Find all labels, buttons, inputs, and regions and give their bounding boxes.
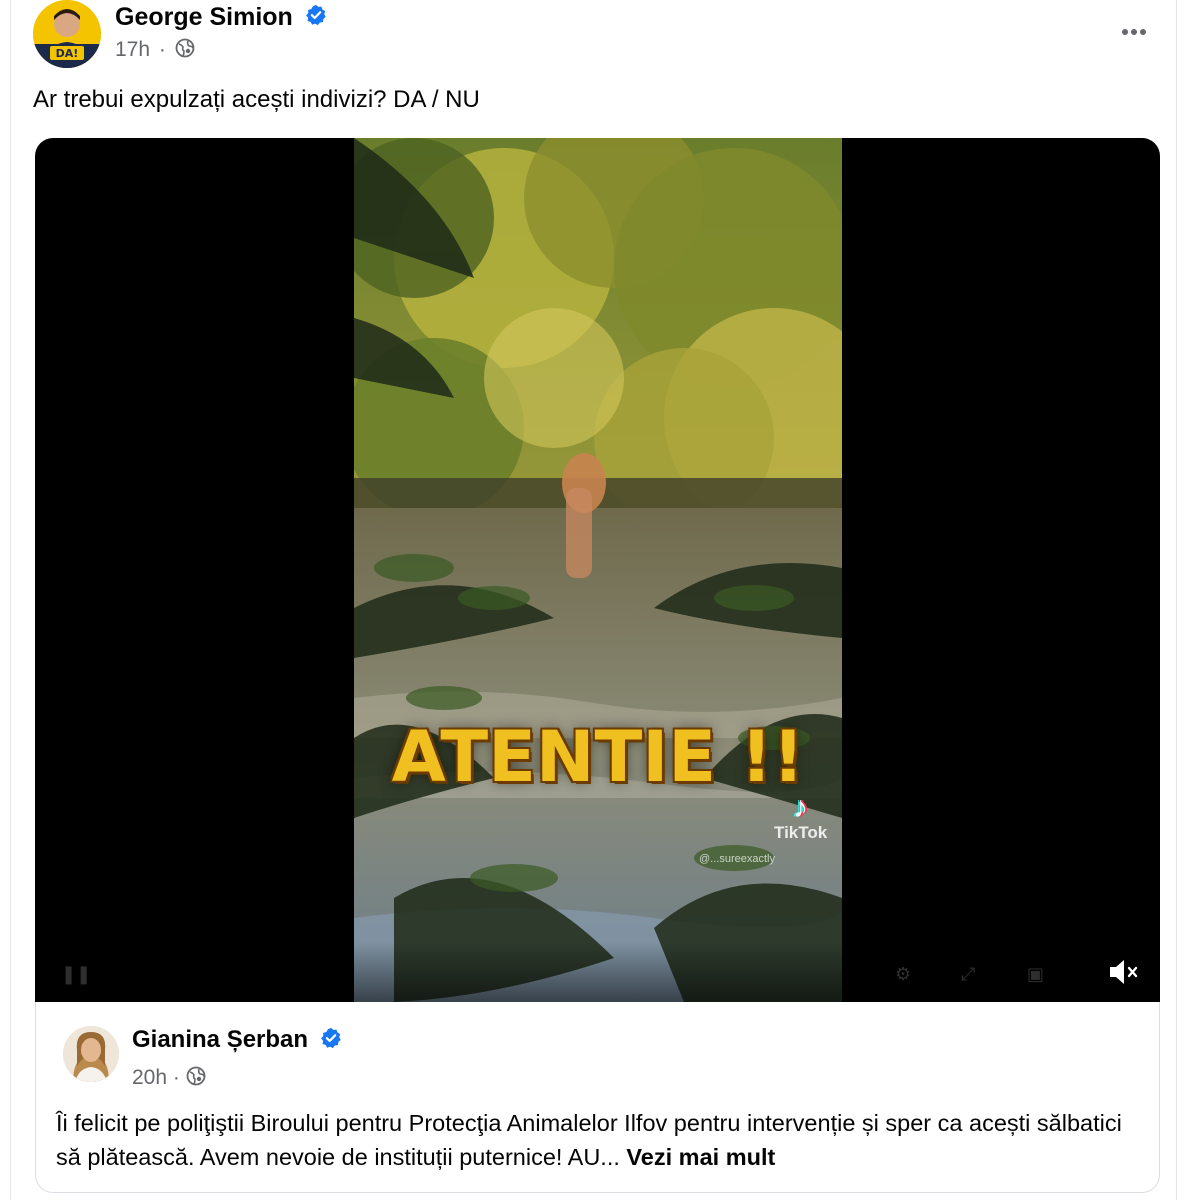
shared-author-avatar[interactable] (63, 1026, 119, 1082)
fullscreen-icon[interactable]: ⤢ (961, 964, 975, 985)
video-player[interactable]: ATENTIE !! ♪ TikTok @...sureexactly ❚❚ ⚙… (35, 138, 1160, 1002)
video-overlay-caption: ATENTIE !! (391, 716, 805, 798)
verified-badge-icon (305, 5, 326, 26)
shared-post-card[interactable]: Gianina Șerban 20h · Îi felicit pe poliţ… (35, 1002, 1160, 1193)
shared-post-timestamp[interactable]: 20h (132, 1066, 167, 1089)
meta-separator: · (158, 38, 166, 61)
post-timestamp[interactable]: 17h (115, 38, 150, 61)
shared-author-name-label[interactable]: Gianina Șerban (132, 1026, 308, 1053)
verified-badge-icon (320, 1027, 341, 1048)
shared-author-name[interactable]: Gianina Șerban (132, 1026, 342, 1054)
video-frame[interactable]: ATENTIE !! ♪ TikTok @...sureexactly (354, 138, 842, 1002)
pip-icon[interactable]: ▣ (1027, 964, 1044, 985)
settings-icon[interactable]: ⚙ (895, 964, 911, 985)
see-more-link[interactable]: Vezi mai mult (626, 1144, 775, 1170)
tiktok-watermark: ♪ TikTok (774, 793, 827, 843)
author-name-label[interactable]: George Simion (115, 3, 293, 31)
video-scene-image (354, 138, 842, 1002)
shared-post-body: Îi felicit pe poliţiştii Biroului pentru… (56, 1110, 1122, 1170)
more-dots-icon (1122, 29, 1146, 35)
svg-text:DA!: DA! (56, 47, 79, 60)
globe-icon (175, 39, 195, 58)
video-controls: ❚❚ ⚙ ⤢ ▣ (35, 942, 1160, 1002)
speaker-muted-icon (1110, 960, 1138, 984)
tiktok-icon: ♪ (793, 791, 809, 824)
mute-button[interactable] (1104, 952, 1144, 992)
post-options-button[interactable] (1116, 20, 1152, 44)
post-header: DA! George Simion 17h · (11, 0, 1176, 72)
tiktok-watermark-label: TikTok (774, 823, 828, 842)
tiktok-handle: @...sureexactly (699, 853, 775, 865)
meta-separator: · (172, 1066, 180, 1089)
play-pause-icon[interactable]: ❚❚ (61, 964, 91, 985)
author-avatar[interactable]: DA! (33, 0, 101, 68)
author-name[interactable]: George Simion (115, 3, 327, 32)
post-text: Ar trebui expulzați acești indivizi? DA … (33, 86, 480, 113)
shared-post-text: Îi felicit pe poliţiştii Biroului pentru… (56, 1106, 1146, 1174)
shared-post-meta: 20h · (132, 1066, 206, 1090)
post-meta: 17h · (115, 38, 195, 62)
globe-icon (186, 1067, 206, 1086)
post-card: DA! George Simion 17h · Ar trebui expulz… (10, 0, 1177, 1200)
